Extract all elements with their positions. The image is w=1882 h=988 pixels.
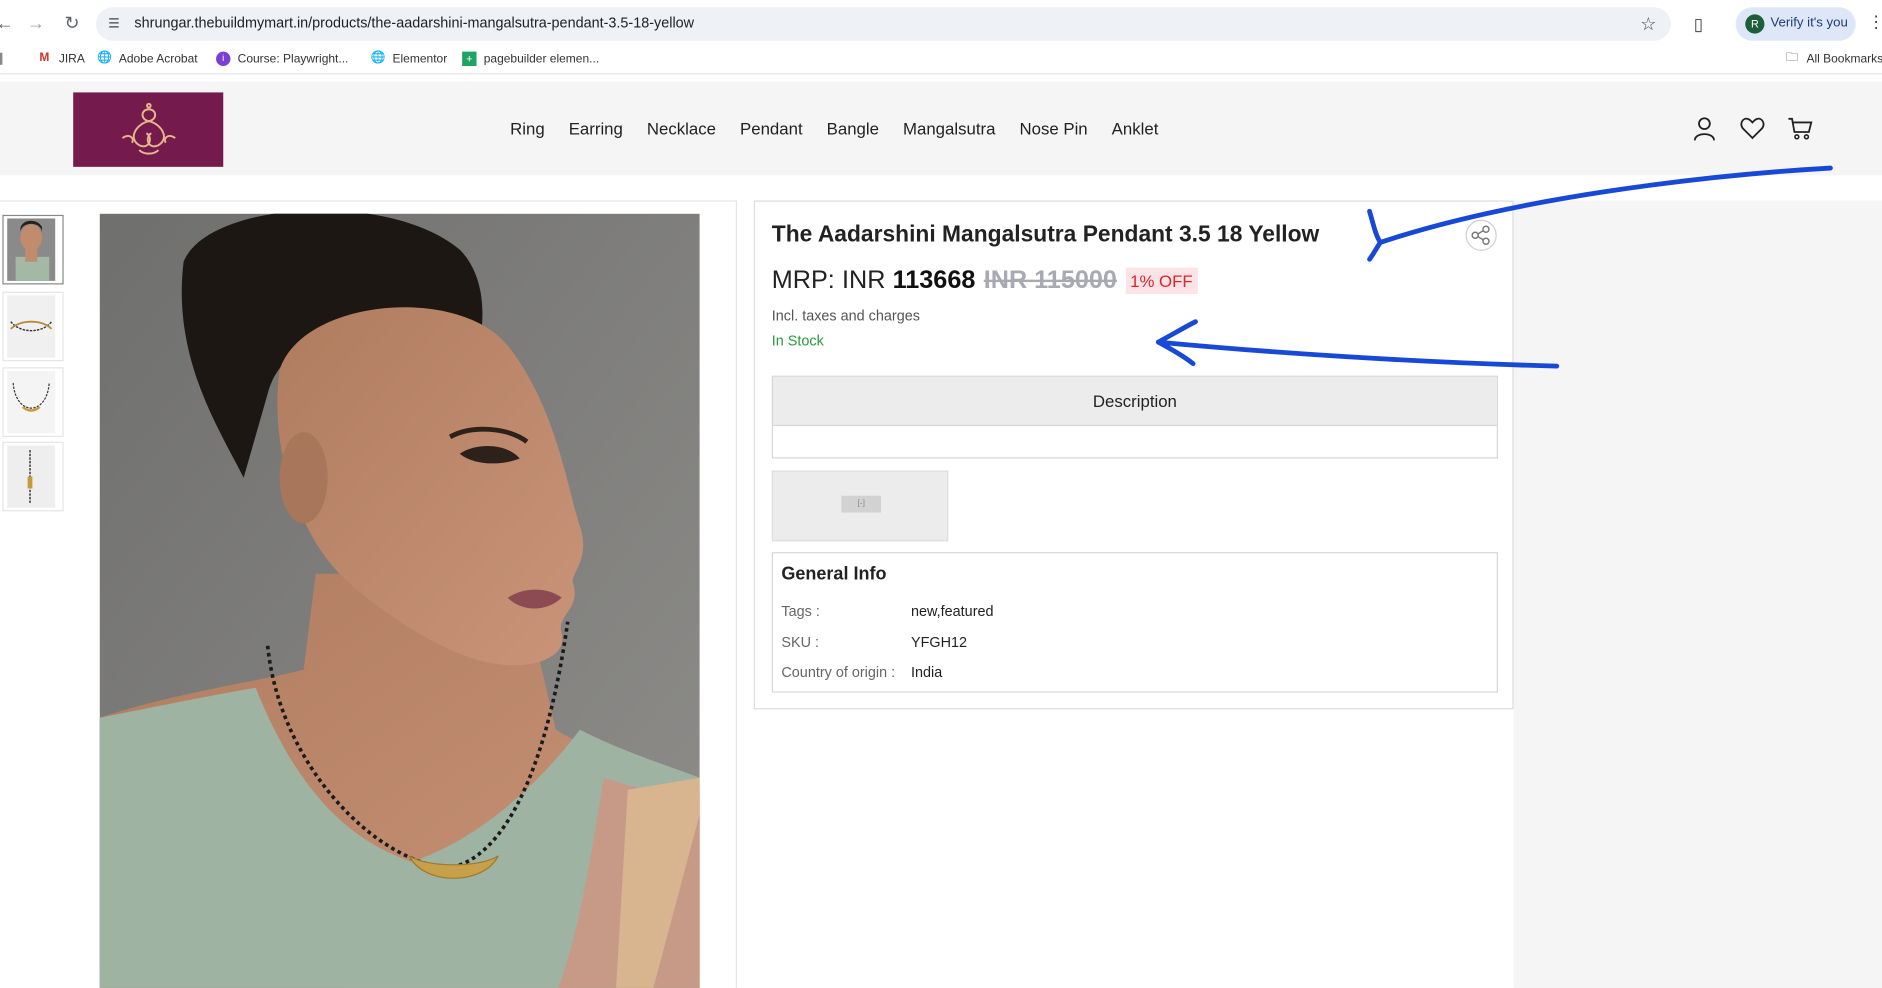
folder-icon: 🗀 xyxy=(1786,51,1799,65)
info-row-sku: SKU : YFGH12 xyxy=(781,634,967,651)
thumbnail-model[interactable] xyxy=(2,214,64,285)
browser-toolbar: ← → ↻ ☰ shrungar.thebuildmymart.in/produ… xyxy=(0,0,1882,49)
thumbnail-image xyxy=(7,295,56,358)
image-placeholder: [-] xyxy=(771,470,949,542)
stock-status: In Stock xyxy=(771,332,824,350)
thumbnail-side[interactable] xyxy=(2,441,64,512)
forward-icon[interactable]: → xyxy=(24,12,48,36)
globe-icon: 🌐 xyxy=(370,51,386,65)
info-key: Tags : xyxy=(781,602,820,620)
info-row-country: Country of origin : India xyxy=(781,664,942,681)
info-key: SKU : xyxy=(781,633,820,651)
nav-earring[interactable]: Earring xyxy=(569,119,623,138)
product-info-card: The Aadarshini Mangalsutra Pendant 3.5 1… xyxy=(753,200,1514,710)
site-header: Ring Earring Necklace Pendant Bangle Man… xyxy=(0,81,1882,176)
thumbnail-chain[interactable] xyxy=(2,291,64,362)
extensions-icon[interactable]: ▯ xyxy=(1686,12,1710,36)
product-title: The Aadarshini Mangalsutra Pendant 3.5 1… xyxy=(771,222,1320,248)
logo-ornament-icon xyxy=(121,102,176,155)
globe-icon: 🌐 xyxy=(97,51,113,65)
cart-icon[interactable] xyxy=(1787,115,1813,141)
reload-icon[interactable]: ↻ xyxy=(60,12,84,36)
taxes-note: Incl. taxes and charges xyxy=(771,307,920,325)
verify-profile-button[interactable]: R Verify it's you xyxy=(1735,7,1856,41)
nav-necklace[interactable]: Necklace xyxy=(647,119,716,138)
user-icon[interactable] xyxy=(1691,115,1717,141)
nav-mangalsutra[interactable]: Mangalsutra xyxy=(903,119,995,138)
bookmark-overflow-icon[interactable] xyxy=(0,52,10,65)
currency-label: INR xyxy=(842,266,886,295)
nav-anklet[interactable]: Anklet xyxy=(1112,119,1159,138)
info-value: India xyxy=(911,663,943,681)
share-icon xyxy=(1471,225,1490,245)
bookmarks-bar: M JIRA 🌐 Adobe Acrobat i Course: Playwright… xyxy=(0,48,1882,75)
right-side-panel xyxy=(1513,200,1882,988)
bookmark-star-icon[interactable]: ☆ xyxy=(1640,13,1656,34)
sheets-icon: + xyxy=(462,51,477,67)
all-bookmarks[interactable]: 🗀 All Bookmarks xyxy=(1785,52,1882,66)
bookmark-course-playwright[interactable]: i Course: Playwright... xyxy=(216,51,348,67)
bookmark-pagebuilder[interactable]: + pagebuilder elemen... xyxy=(462,51,599,67)
thumbnail-image xyxy=(7,445,56,508)
url-text: shrungar.thebuildmymart.in/products/the-… xyxy=(134,14,695,32)
thumbnail-necklace[interactable] xyxy=(2,367,64,437)
nav-pendant[interactable]: Pendant xyxy=(740,119,803,138)
bookmark-adobe-acrobat[interactable]: 🌐 Adobe Acrobat xyxy=(97,52,197,66)
product-main-image[interactable] xyxy=(99,213,700,988)
broken-image-icon: [-] xyxy=(841,495,882,513)
profile-avatar: R xyxy=(1745,14,1765,34)
thumbnail-image xyxy=(7,370,56,434)
info-value: YFGH12 xyxy=(911,633,968,651)
description-tab[interactable]: Description xyxy=(772,376,1497,427)
discount-badge: 1% OFF xyxy=(1125,267,1198,295)
site-info-icon[interactable]: ☰ xyxy=(106,16,123,33)
nav-nose-pin[interactable]: Nose Pin xyxy=(1019,119,1087,138)
address-bar[interactable]: ☰ shrungar.thebuildmymart.in/products/th… xyxy=(96,7,1671,41)
info-key: Country of origin : xyxy=(781,663,896,681)
page-root: ← → ↻ ☰ shrungar.thebuildmymart.in/produ… xyxy=(0,0,1882,988)
model-photo xyxy=(99,213,700,988)
bookmark-elementor[interactable]: 🌐 Elementor xyxy=(371,52,447,66)
price-row: MRP: INR 113668 INR 115000 1% OFF xyxy=(772,266,1198,295)
description-section: Description xyxy=(771,375,1498,459)
share-button[interactable] xyxy=(1465,219,1497,251)
general-info-section: General Info Tags : new,featured SKU : YFG… xyxy=(771,552,1498,693)
nav-bangle[interactable]: Bangle xyxy=(827,119,879,138)
verify-label: Verify it's you xyxy=(1770,15,1848,31)
info-value: new,featured xyxy=(911,602,994,620)
thumbnail-image xyxy=(7,218,56,281)
brand-logo[interactable] xyxy=(73,92,224,167)
main-navigation: Ring Earring Necklace Pendant Bangle Man… xyxy=(510,119,1158,138)
mrp-label: MRP: xyxy=(771,266,835,295)
browser-menu-icon[interactable]: ⋮ xyxy=(1868,12,1882,32)
back-icon[interactable]: ← xyxy=(0,12,17,36)
gmail-icon: M xyxy=(39,51,50,65)
current-price: 113668 xyxy=(892,266,976,295)
bookmark-jira[interactable]: M JIRA xyxy=(37,51,84,66)
nav-ring[interactable]: Ring xyxy=(510,119,545,138)
wishlist-heart-icon[interactable] xyxy=(1739,115,1765,141)
course-icon: i xyxy=(216,51,231,67)
general-info-title: General Info xyxy=(781,564,887,585)
original-price: INR 115000 xyxy=(983,266,1117,295)
info-row-tags: Tags : new,featured xyxy=(781,603,993,620)
